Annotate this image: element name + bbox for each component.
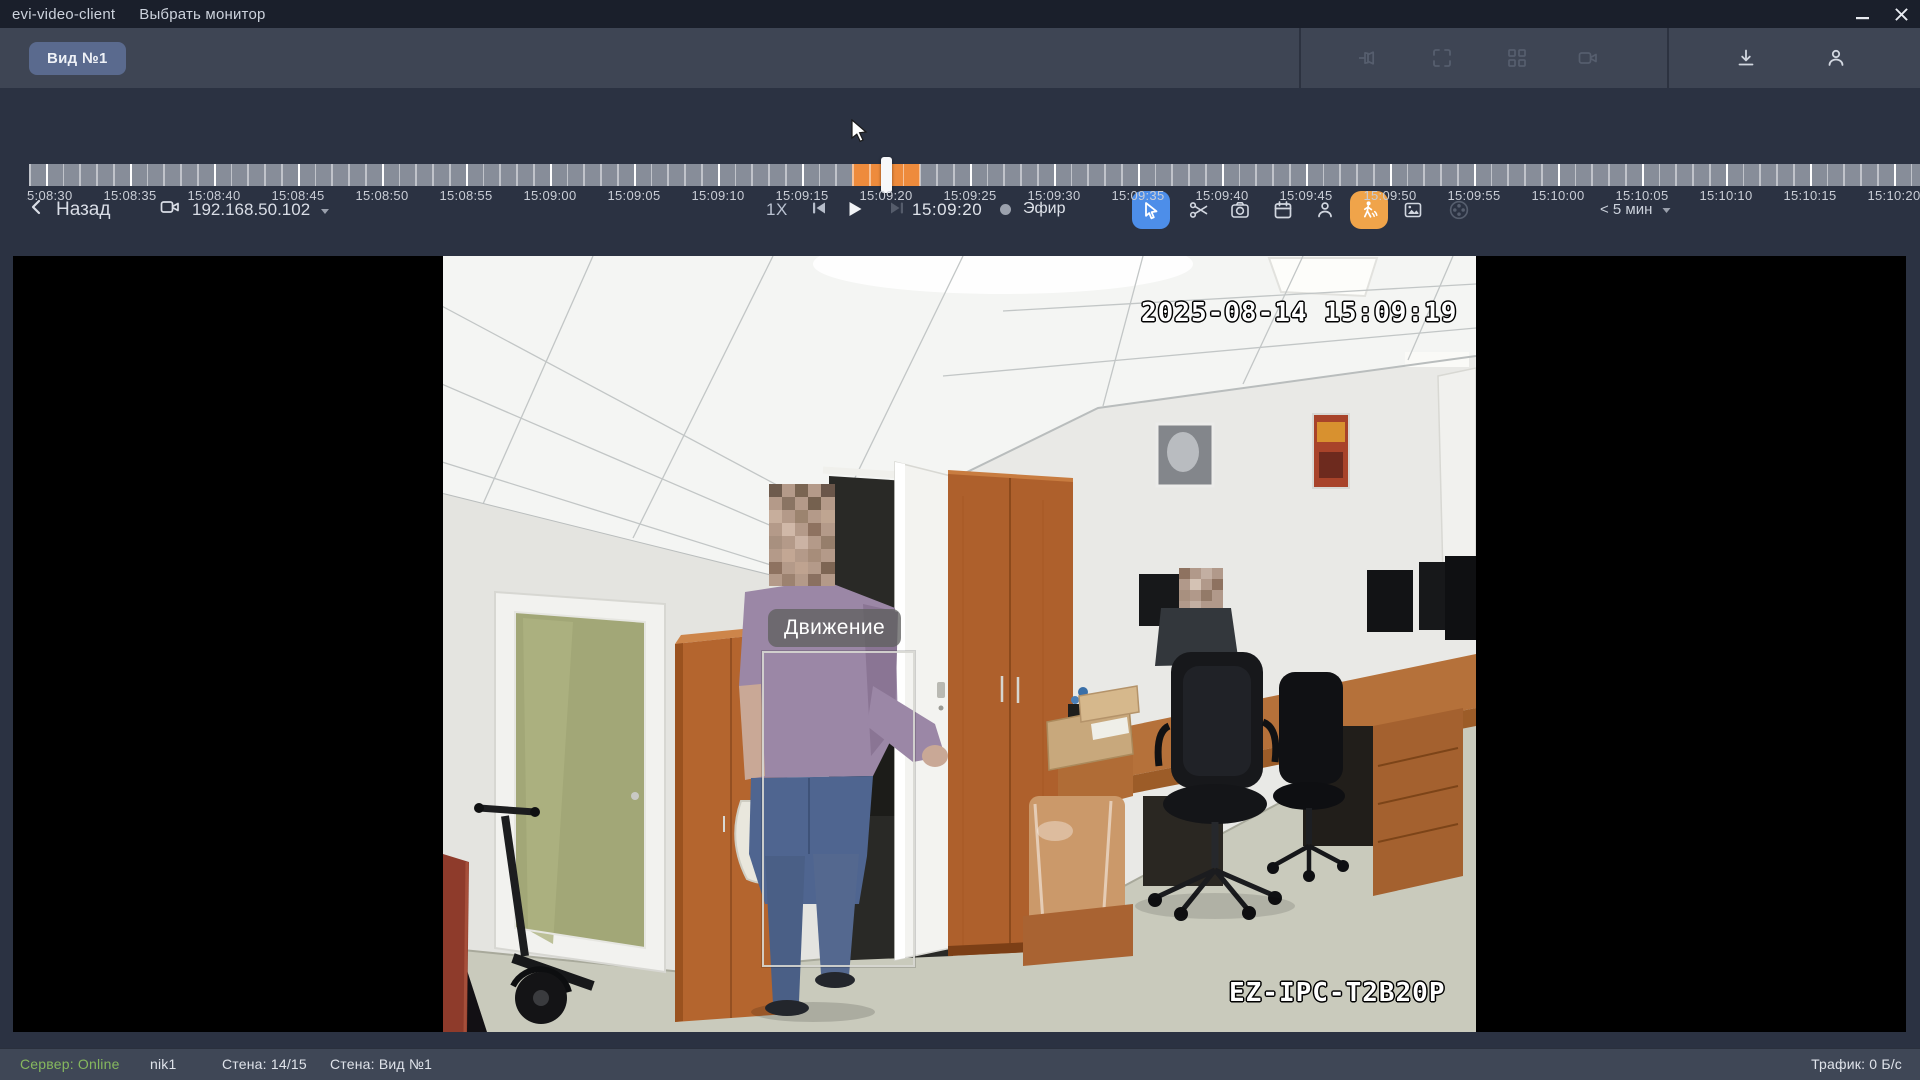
timeline-labels: 15:08:3015:08:3515:08:4015:08:4515:08:50…	[26, 188, 1920, 205]
traffic-label: Трафик: 0 Б/с	[1811, 1056, 1902, 1072]
close-button[interactable]	[1882, 0, 1920, 28]
tabbar: Вид №1	[0, 28, 1920, 88]
toolbar: Назад 192.168.50.102 1X 15:09:20 Эфир	[0, 88, 1920, 150]
app-window: evi-video-client Выбрать монитор Вид №1	[0, 0, 1920, 1080]
tab-view-1[interactable]: Вид №1	[29, 42, 126, 75]
video-camera-icon[interactable]	[1577, 47, 1599, 69]
camera-model-label: EZ-IPC-T2B20P	[1229, 978, 1446, 1008]
timeline: 15:08:3015:08:3515:08:4015:08:4515:08:50…	[0, 150, 1920, 208]
wall-view-label: Стена: Вид №1	[330, 1056, 432, 1072]
mouse-cursor	[851, 119, 873, 143]
motion-label: Движение	[768, 609, 901, 647]
statusbar: Сервер: Online nik1 Стена: 14/15 Стена: …	[0, 1048, 1920, 1080]
tabbar-divider	[1667, 28, 1669, 88]
pixelated-face	[769, 484, 835, 586]
video-frame[interactable]: Движение 2025-08-14 15:09:19 EZ-IPC-T2B2…	[443, 256, 1476, 1032]
user-label: nik1	[150, 1056, 176, 1072]
titlebar: evi-video-client Выбрать монитор	[0, 0, 1920, 28]
minimize-button[interactable]	[1844, 0, 1882, 28]
video-stage: Движение 2025-08-14 15:09:19 EZ-IPC-T2B2…	[13, 256, 1906, 1032]
user-icon[interactable]	[1825, 47, 1847, 69]
wall-counter: Стена: 14/15	[222, 1056, 307, 1072]
osd-datetime: 2025-08-14 15:09:19	[1141, 298, 1457, 328]
menu-select-monitor[interactable]: Выбрать монитор	[139, 6, 265, 23]
fullscreen-icon[interactable]	[1431, 47, 1453, 69]
app-title: evi-video-client	[12, 6, 115, 23]
download-icon[interactable]	[1735, 47, 1757, 69]
tabbar-divider	[1299, 28, 1301, 88]
timeline-bar[interactable]	[29, 164, 1920, 186]
pin-icon[interactable]	[1357, 47, 1379, 69]
motion-detection-box	[762, 651, 915, 967]
window-controls	[1844, 0, 1920, 28]
server-status: Сервер: Online	[20, 1056, 120, 1072]
grid-layout-icon[interactable]	[1506, 47, 1528, 69]
camera-scene	[443, 256, 1476, 1032]
